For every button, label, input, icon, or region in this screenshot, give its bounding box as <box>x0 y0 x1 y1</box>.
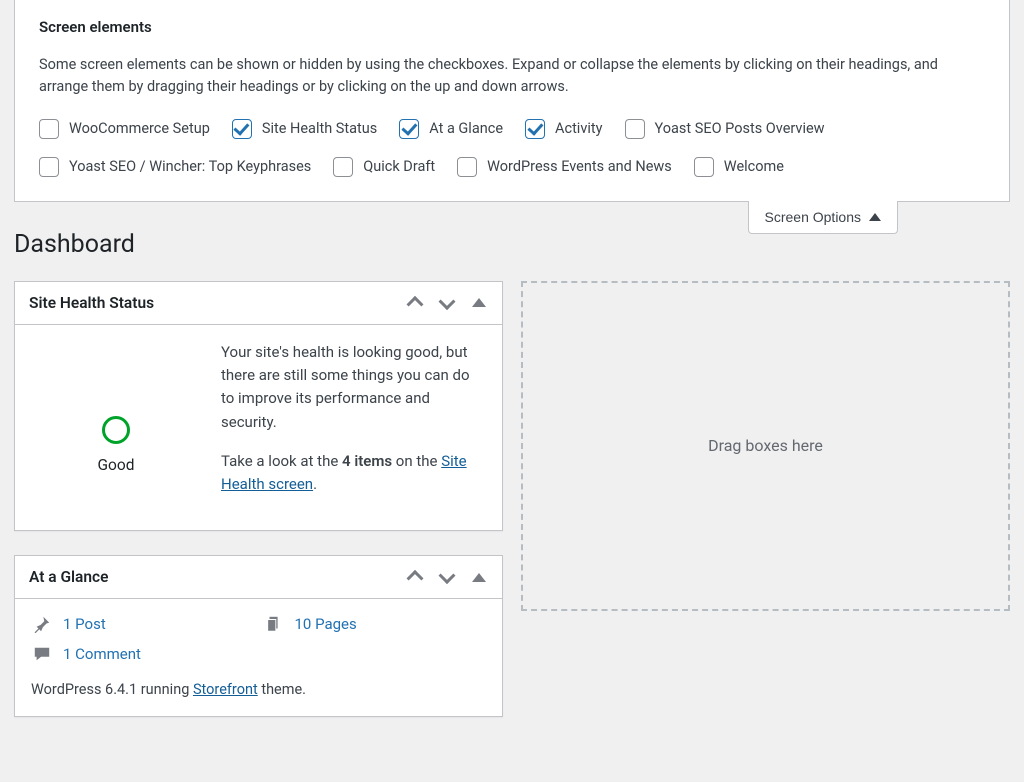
checkbox-label: At a Glance <box>429 120 503 137</box>
checkbox-label: WordPress Events and News <box>487 158 672 175</box>
screen-elements-heading: Screen elements <box>39 18 985 36</box>
checkbox-icon <box>625 119 645 139</box>
move-up-button[interactable] <box>406 568 424 586</box>
checkbox-icon <box>232 119 252 139</box>
checkbox-label: Yoast SEO Posts Overview <box>655 120 825 137</box>
postbox-header[interactable]: At a Glance <box>15 556 502 599</box>
pages-icon <box>263 615 285 633</box>
checkbox-icon <box>399 119 419 139</box>
postbox-handle-actions <box>406 568 488 586</box>
checkbox-at-a-glance[interactable]: At a Glance <box>399 119 503 139</box>
postbox-at-a-glance: At a Glance 1 Post <box>14 555 503 717</box>
checkbox-activity[interactable]: Activity <box>525 119 602 139</box>
cta-mid: on the <box>392 452 441 470</box>
postbox-site-health: Site Health Status Good Your site's heal… <box>14 281 503 532</box>
checkbox-icon <box>457 157 477 177</box>
postbox-title: Site Health Status <box>29 294 154 312</box>
screen-options-toggle[interactable]: Screen Options <box>748 201 899 234</box>
footer-prefix: WordPress 6.4.1 running <box>31 681 193 698</box>
at-a-glance-body: 1 Post 10 Pages 1 Comment <box>15 599 502 716</box>
cta-prefix: Take a look at the <box>221 452 342 470</box>
glance-posts-link[interactable]: 1 Post <box>31 615 255 633</box>
at-a-glance-grid: 1 Post 10 Pages 1 Comment <box>31 615 486 663</box>
postbox-header[interactable]: Site Health Status <box>15 282 502 325</box>
column-left: Site Health Status Good Your site's heal… <box>14 281 503 742</box>
checkbox-site-health-status[interactable]: Site Health Status <box>232 119 377 139</box>
checkbox-label: Quick Draft <box>363 158 435 175</box>
dashboard-columns: Site Health Status Good Your site's heal… <box>0 281 1024 742</box>
move-down-button[interactable] <box>438 568 456 586</box>
checkbox-wp-events-news[interactable]: WordPress Events and News <box>457 157 672 177</box>
dropzone-label: Drag boxes here <box>708 436 823 455</box>
pin-icon <box>31 615 53 633</box>
checkbox-label: Yoast SEO / Wincher: Top Keyphrases <box>69 158 311 175</box>
screen-elements-description: Some screen elements can be shown or hid… <box>39 54 985 99</box>
glance-comments-link[interactable]: 1 Comment <box>31 645 255 663</box>
chevron-up-icon <box>407 296 424 313</box>
column-right: Drag boxes here <box>521 281 1010 742</box>
site-health-cta: Take a look at the 4 items on the Site H… <box>221 450 486 497</box>
checkbox-icon <box>525 119 545 139</box>
glance-comments-label: 1 Comment <box>63 645 141 663</box>
cta-items-count: 4 items <box>342 452 392 470</box>
glance-posts-label: 1 Post <box>63 615 106 633</box>
comment-icon <box>31 645 53 663</box>
checkbox-welcome[interactable]: Welcome <box>694 157 784 177</box>
glance-pages-label: 10 Pages <box>295 615 357 633</box>
health-status-circle-icon <box>102 416 130 444</box>
footer-suffix: theme. <box>258 681 306 698</box>
move-down-button[interactable] <box>438 294 456 312</box>
postbox-handle-actions <box>406 294 488 312</box>
cta-suffix: . <box>313 475 317 493</box>
checkbox-yoast-wincher-keyphrases[interactable]: Yoast SEO / Wincher: Top Keyphrases <box>39 157 311 177</box>
chevron-down-icon <box>439 568 456 585</box>
checkbox-label: Welcome <box>724 158 784 175</box>
checkbox-label: Site Health Status <box>262 120 377 137</box>
checkbox-icon <box>39 157 59 177</box>
site-health-body: Good Your site's health is looking good,… <box>15 325 502 531</box>
screen-elements-checkboxes: WooCommerce Setup Site Health Status At … <box>39 119 985 177</box>
theme-link[interactable]: Storefront <box>193 681 258 698</box>
screen-options-toggle-label: Screen Options <box>765 209 862 225</box>
checkbox-icon <box>694 157 714 177</box>
checkbox-yoast-posts-overview[interactable]: Yoast SEO Posts Overview <box>625 119 825 139</box>
chevron-up-icon <box>407 570 424 587</box>
site-health-text: Your site's health is looking good, but … <box>221 341 486 513</box>
checkbox-label: Activity <box>555 120 602 137</box>
triangle-up-icon <box>472 298 486 307</box>
dropzone[interactable]: Drag boxes here <box>521 281 1010 611</box>
site-health-status-label: Good <box>98 456 135 474</box>
postbox-title: At a Glance <box>29 568 108 586</box>
move-up-button[interactable] <box>406 294 424 312</box>
checkbox-woocommerce-setup[interactable]: WooCommerce Setup <box>39 119 210 139</box>
checkbox-quick-draft[interactable]: Quick Draft <box>333 157 435 177</box>
chevron-down-icon <box>439 293 456 310</box>
glance-pages-link[interactable]: 10 Pages <box>263 615 487 633</box>
at-a-glance-footer: WordPress 6.4.1 running Storefront theme… <box>31 681 486 698</box>
site-health-badge: Good <box>31 341 201 513</box>
screen-options-panel: Screen elements Some screen elements can… <box>14 0 1010 202</box>
toggle-panel-button[interactable] <box>470 568 488 586</box>
triangle-up-icon <box>472 573 486 582</box>
checkbox-icon <box>333 157 353 177</box>
toggle-panel-button[interactable] <box>470 294 488 312</box>
caret-up-icon <box>869 213 881 221</box>
site-health-message: Your site's health is looking good, but … <box>221 341 486 434</box>
page-title: Dashboard <box>0 230 1024 259</box>
checkbox-icon <box>39 119 59 139</box>
checkbox-label: WooCommerce Setup <box>69 120 210 137</box>
